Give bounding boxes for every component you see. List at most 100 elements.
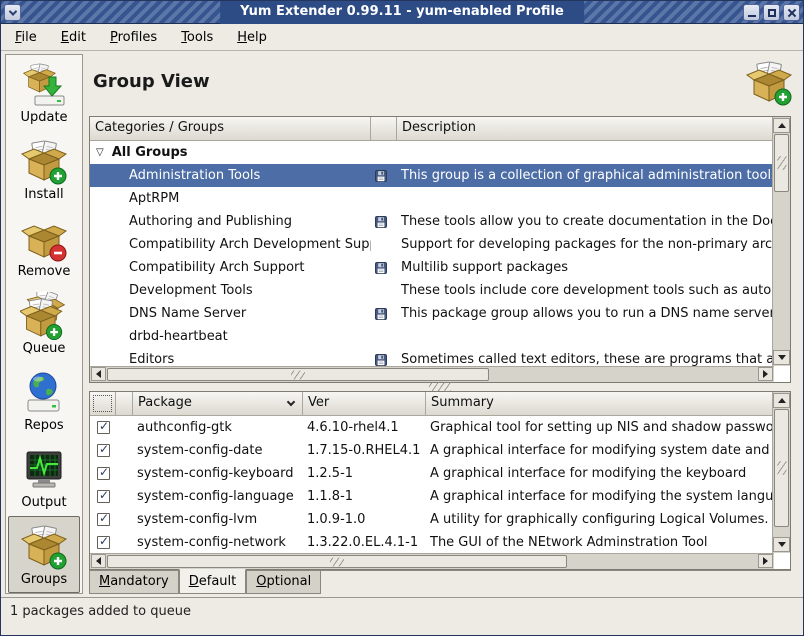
installed-media-icon [375, 262, 387, 274]
package-row[interactable]: system-config-date 1.7.15-0.RHEL4.1 A gr… [90, 439, 774, 462]
menu-file[interactable]: File [15, 30, 37, 45]
scrollbar-thumb[interactable] [774, 134, 789, 192]
tab-default[interactable]: Default [179, 569, 247, 594]
sidebar-item-install[interactable]: Install [6, 132, 82, 209]
installed-media-icon [375, 216, 387, 228]
group-row[interactable]: Editors Sometimes called text editors, t… [90, 348, 774, 368]
column-header-select[interactable] [90, 392, 116, 416]
scroll-left-button[interactable] [91, 554, 106, 568]
package-name: system-config-language [133, 485, 303, 508]
scroll-up-button[interactable] [773, 118, 790, 133]
pane-splitter[interactable] [89, 383, 791, 391]
column-header-categories-groups[interactable]: Categories / Groups [90, 117, 371, 141]
group-row[interactable]: Compatibility Arch Support Multilib supp… [90, 256, 774, 279]
menu-edit[interactable]: Edit [61, 30, 86, 45]
group-row[interactable]: drbd-heartbeat [90, 325, 774, 348]
group-row[interactable]: Development Tools These tools include co… [90, 279, 774, 302]
scroll-down-button[interactable] [773, 537, 790, 552]
scroll-down-button[interactable] [773, 350, 790, 365]
column-header-summary[interactable]: Summary [426, 392, 774, 416]
group-row[interactable]: Compatibility Arch Development Support S… [90, 233, 774, 256]
packages-horizontal-scrollbar[interactable] [90, 553, 774, 569]
group-description [397, 325, 774, 348]
scrollbar-thumb[interactable] [107, 555, 567, 568]
package-summary: A utility for graphically configuring Lo… [426, 508, 774, 531]
package-checkbox[interactable] [97, 421, 110, 434]
group-description: This package group allows you to run a D… [397, 302, 774, 325]
column-header-ver[interactable]: Ver [303, 392, 426, 416]
arrow-down-icon [778, 542, 786, 547]
scroll-up-button[interactable] [773, 393, 790, 408]
column-header-status[interactable] [116, 392, 133, 416]
group-name: Compatibility Arch Development Support [129, 237, 371, 252]
group-name: All Groups [112, 145, 188, 160]
maximize-button[interactable] [763, 4, 780, 21]
column-header-installed-icon[interactable] [371, 117, 397, 141]
scrollbar-thumb[interactable] [107, 368, 489, 381]
sidebar-item-label: Queue [23, 341, 66, 356]
page-title: Group View [93, 71, 210, 92]
column-header-package[interactable]: Package [133, 392, 303, 416]
scrollbar-thumb[interactable] [774, 409, 789, 527]
package-row[interactable]: system-config-keyboard 1.2.5-1 A graphic… [90, 462, 774, 485]
arrow-left-icon [96, 557, 101, 565]
package-summary: A graphical interface for modifying syst… [426, 439, 774, 462]
scroll-right-button[interactable] [758, 367, 773, 381]
package-row[interactable]: system-config-language 1.1.8-1 A graphic… [90, 485, 774, 508]
sidebar-item-groups[interactable]: Groups [8, 516, 80, 593]
thumb-grip [291, 370, 305, 379]
installed-media-icon [375, 170, 387, 182]
package-checkbox[interactable] [97, 490, 110, 503]
sidebar-item-repos[interactable]: Repos [6, 362, 82, 439]
window-menu-button[interactable] [4, 4, 21, 21]
group-description: This group is a collection of graphical … [397, 164, 774, 187]
arrow-right-icon [763, 557, 768, 565]
package-row[interactable]: authconfig-gtk 4.6.10-rhel4.1 Graphical … [90, 416, 774, 439]
tab-mandatory[interactable]: Mandatory [89, 570, 179, 594]
titlebar[interactable]: Yum Extender 0.99.11 - yum-enabled Profi… [1, 1, 803, 24]
group-name: drbd-heartbeat [129, 329, 228, 344]
package-row[interactable]: system-config-lvm 1.0.9-1.0 A utility fo… [90, 508, 774, 531]
package-checkbox[interactable] [97, 513, 110, 526]
tab-optional[interactable]: Optional [246, 570, 321, 594]
package-checkbox[interactable] [97, 467, 110, 480]
sidebar-item-update[interactable]: Update [6, 55, 82, 132]
group-row[interactable]: DNS Name Server This package group allow… [90, 302, 774, 325]
expander-open-icon[interactable]: ▽ [96, 147, 104, 158]
minimize-icon [748, 15, 756, 17]
sidebar-item-label: Remove [18, 264, 71, 279]
scroll-right-button[interactable] [758, 554, 773, 568]
package-checkbox[interactable] [97, 536, 110, 549]
arrow-left-icon [96, 370, 101, 378]
group-name: AptRPM [129, 191, 179, 206]
group-row-selected[interactable]: Administration Tools This group is a col… [90, 164, 774, 187]
menu-profiles[interactable]: Profiles [110, 30, 157, 45]
package-name: authconfig-gtk [133, 416, 303, 439]
close-button[interactable] [783, 4, 800, 21]
sidebar-item-output[interactable]: Output [6, 439, 82, 516]
packages-vertical-scrollbar[interactable] [772, 392, 790, 553]
menu-tools[interactable]: Tools [181, 30, 213, 45]
scroll-left-button[interactable] [91, 367, 106, 381]
group-row[interactable]: AptRPM [90, 187, 774, 210]
groups-horizontal-scrollbar[interactable] [90, 366, 774, 382]
sidebar: Update Install Remove Queue [5, 54, 83, 594]
menu-help[interactable]: Help [237, 30, 267, 45]
thumb-grip [777, 461, 786, 475]
column-header-description[interactable]: Description [397, 117, 774, 141]
group-description: These tools include core development too… [397, 279, 774, 302]
groups-vertical-scrollbar[interactable] [772, 117, 790, 366]
group-row[interactable]: Authoring and Publishing These tools all… [90, 210, 774, 233]
group-row[interactable]: ▽ All Groups [90, 141, 774, 164]
minimize-button[interactable] [743, 4, 760, 21]
package-summary: The GUI of the NEtwork Adminstration Too… [426, 531, 774, 554]
sidebar-item-label: Install [24, 187, 63, 202]
package-summary: Graphical tool for setting up NIS and sh… [426, 416, 774, 439]
package-name: system-config-lvm [133, 508, 303, 531]
installed-media-icon [375, 354, 387, 366]
package-checkbox[interactable] [97, 444, 110, 457]
sidebar-item-remove[interactable]: Remove [6, 209, 82, 286]
group-description: Support for developing packages for the … [397, 233, 774, 256]
package-row[interactable]: system-config-network 1.3.22.0.EL.4.1-1 … [90, 531, 774, 554]
sidebar-item-queue[interactable]: Queue [6, 286, 82, 363]
